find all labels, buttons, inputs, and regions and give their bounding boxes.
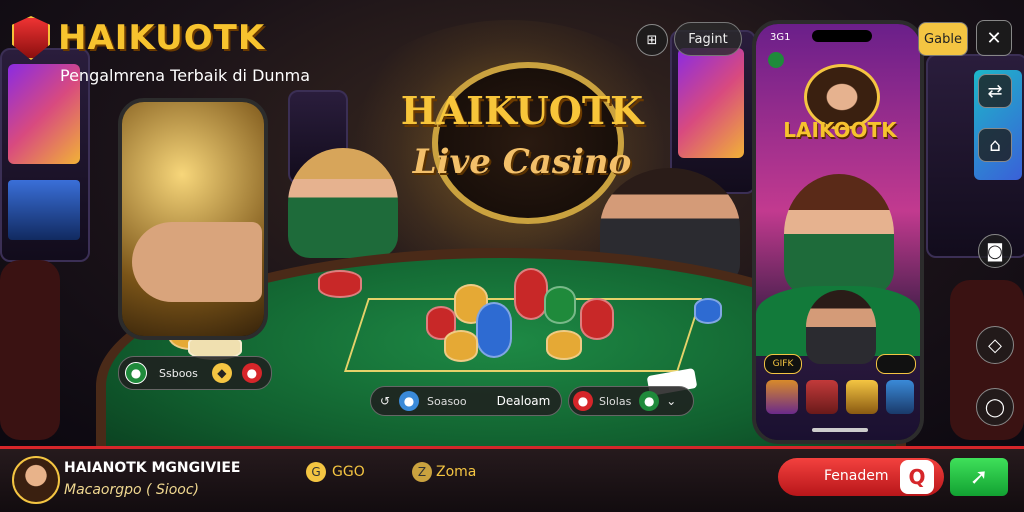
chip-stack <box>476 302 512 358</box>
chip-stack <box>444 330 478 362</box>
dealer-label: Dealoam <box>496 394 551 408</box>
hero-subtitle: Live Casino <box>412 142 632 182</box>
diamond-icon[interactable]: ◇ <box>976 326 1014 364</box>
chip-icon[interactable]: ● <box>639 391 660 411</box>
chip-stack <box>580 298 614 340</box>
table-right-label: Slolas <box>599 394 632 408</box>
slot-screen <box>678 48 744 158</box>
table-control-bar: ↺ ● Soasoo Dealoam <box>370 386 562 416</box>
user-subtitle: Macaorgpo ( Siooc) <box>64 482 200 498</box>
chip-stack <box>544 286 576 324</box>
chip-stack <box>318 270 362 298</box>
left-panel-label: Ssboos <box>159 366 198 380</box>
tagline: Pengalmrena Terbaik di Dunma <box>60 66 311 85</box>
stat1-label: GGO <box>332 464 365 480</box>
game-thumb-1[interactable] <box>766 380 798 414</box>
undo-icon[interactable]: ↺ <box>375 391 395 411</box>
action-label: Fenadem <box>824 468 889 484</box>
table-left-label: Soasoo <box>427 394 467 408</box>
phone-badge[interactable]: GIFK <box>764 354 802 374</box>
phone-bet-button[interactable] <box>876 354 916 374</box>
record-icon[interactable]: ● <box>241 363 262 383</box>
phone-player-man <box>806 290 876 364</box>
logo-text: HAIKUOTK <box>58 18 266 58</box>
info-icon[interactable]: ● <box>399 391 419 411</box>
arrow-icon[interactable]: ➚ <box>950 458 1008 496</box>
shield-icon[interactable]: ◆ <box>211 363 232 383</box>
phone-notch <box>812 30 872 42</box>
tools-icon[interactable]: ✕ <box>976 20 1012 56</box>
chip-stack <box>694 298 722 324</box>
settings-icon[interactable]: ⇄ <box>978 74 1012 108</box>
left-panel-bar: ● Ssboos ◆ ● <box>118 356 272 390</box>
hand <box>132 222 262 302</box>
app-icon[interactable] <box>768 52 784 68</box>
search-icon[interactable]: Q <box>900 460 934 494</box>
chip-stack <box>514 268 548 320</box>
action-button[interactable]: Fenadem Q <box>778 458 944 496</box>
record-icon[interactable]: ● <box>573 391 593 411</box>
player-woman <box>288 148 398 258</box>
camera-icon[interactable]: ◙ <box>978 234 1012 268</box>
top-right-pill[interactable]: Gable <box>918 22 968 56</box>
home-indicator <box>812 428 868 432</box>
chat-icon[interactable]: ◯ <box>976 388 1014 426</box>
user-name: HAIANOTK MGNGIVIEE <box>64 460 241 476</box>
right-phone: 3G1 LAIKOOTK GIFK <box>752 20 924 444</box>
gem-icon: Z <box>412 462 432 482</box>
share-icon[interactable]: ⌂ <box>978 128 1012 162</box>
slot-screen-lower <box>8 180 80 240</box>
phone-screen <box>122 102 264 336</box>
chevron-down-icon[interactable]: ⌄ <box>661 391 681 411</box>
grid-icon[interactable]: ⊞ <box>636 24 668 56</box>
chair-left <box>0 260 60 440</box>
hero-title: HAIKUOTK <box>400 88 644 133</box>
table-right-bar: ● Slolas ● ⌄ <box>568 386 694 416</box>
chip-icon[interactable]: ● <box>125 362 147 384</box>
chip-stack <box>546 330 582 360</box>
game-thumb-2[interactable] <box>806 380 838 414</box>
phone-status: 3G1 <box>770 32 791 43</box>
coin-icon: G <box>306 462 326 482</box>
stat2-label: Zoma <box>436 464 477 480</box>
game-thumb-3[interactable] <box>846 380 878 414</box>
top-pill[interactable]: Fagint <box>674 22 742 56</box>
avatar[interactable] <box>12 456 60 504</box>
phone-dealer-woman <box>784 174 894 294</box>
game-thumb-4[interactable] <box>886 380 914 414</box>
left-phone <box>118 98 268 340</box>
phone-title: LAIKOOTK <box>783 118 897 142</box>
